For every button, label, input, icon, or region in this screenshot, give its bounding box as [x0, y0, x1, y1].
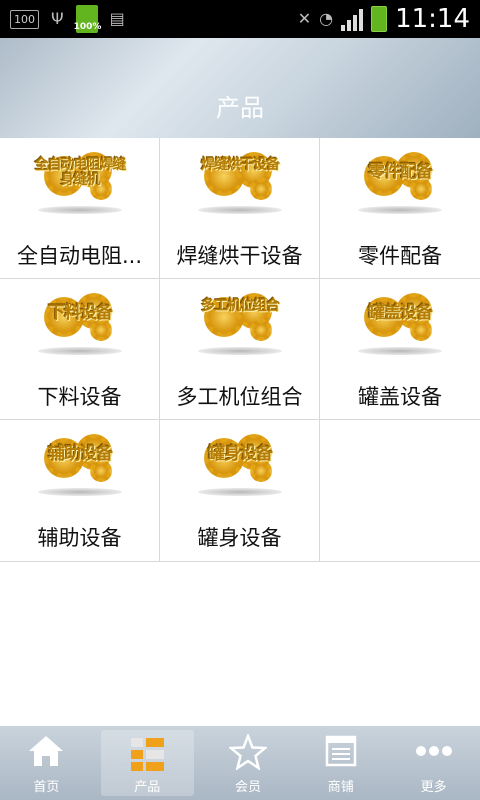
product-label: 罐身设备 — [197, 526, 282, 550]
grid-icon — [127, 734, 167, 771]
signal-icon — [341, 7, 364, 31]
product-thumbnail: 下料设备 — [30, 291, 130, 361]
empty-cell — [320, 420, 480, 562]
product-label: 多工机位组合 — [176, 385, 303, 409]
thumbnail-text: 全自动电阻焊缝身缝机 — [34, 157, 127, 188]
product-thumbnail: 多工机位组合 — [190, 291, 290, 361]
wifi-icon: ◔ — [319, 9, 334, 28]
product-thumbnail: 罐盖设备 — [350, 291, 450, 361]
thumbnail-text: 多工机位组合 — [201, 298, 280, 314]
tab-more[interactable]: 更多 — [387, 726, 480, 800]
notification-icon: ▤ — [109, 9, 125, 28]
product-item[interactable]: 焊缝烘干设备 焊缝烘干设备 — [160, 138, 320, 279]
product-item[interactable]: 全自动电阻焊缝身缝机全自动电阻... — [0, 138, 160, 279]
battery-full-icon: 100% — [74, 5, 101, 33]
product-grid: 全自动电阻焊缝身缝机 全自动电阻... 焊缝烘干设备 焊缝烘干设备 零件配备 零件配备 下料… — [0, 138, 480, 562]
battery-icon — [371, 6, 388, 32]
product-item[interactable]: 辅助设备 辅助设备 — [0, 420, 160, 562]
product-item[interactable]: 下料设备 下料设备 — [0, 279, 160, 420]
tab-label: 产品 — [134, 780, 161, 795]
product-label: 辅助设备 — [37, 526, 122, 550]
tab-members[interactable]: 会员 — [202, 726, 295, 800]
thumbnail-text: 下料设备 — [48, 303, 113, 323]
product-label: 罐盖设备 — [358, 385, 442, 409]
tab-products[interactable]: 产品 — [100, 730, 194, 796]
tab-label: 首页 — [33, 780, 60, 795]
product-item[interactable]: 罐身设备 罐身设备 — [160, 420, 320, 562]
clock: 11:14 — [395, 4, 470, 34]
tab-home[interactable]: 首页 — [0, 726, 93, 800]
tab-store[interactable]: 商铺 — [294, 726, 387, 800]
store-icon — [321, 734, 361, 770]
status-bar: 100 Ψ 100% ▤ ✕ ◔ 11:14 — [0, 0, 480, 38]
product-item[interactable]: 罐盖设备 罐盖设备 — [320, 279, 480, 420]
usb-icon: Ψ — [51, 9, 64, 28]
thumbnail-text: 焊缝烘干设备 — [201, 157, 280, 173]
more-icon — [414, 734, 454, 770]
star-icon — [227, 732, 269, 771]
thumbnail-text: 辅助设备 — [48, 444, 113, 464]
product-label: 全自动电阻... — [16, 244, 143, 268]
mute-icon: ✕ — [297, 9, 312, 28]
thumbnail-text: 罐身设备 — [208, 444, 273, 464]
thumbnail-text: 零件配备 — [368, 162, 433, 182]
product-thumbnail: 零件配备 — [350, 150, 450, 220]
product-label: 焊缝烘干设备 — [176, 244, 303, 268]
product-label: 下料设备 — [37, 385, 122, 409]
page-title: 产品 — [216, 94, 264, 122]
product-thumbnail: 罐身设备 — [190, 432, 290, 502]
home-icon — [26, 734, 66, 770]
tab-label: 会员 — [234, 780, 261, 795]
product-item[interactable]: 零件配备 零件配备 — [320, 138, 480, 279]
battery-percent-indicator: 100 — [10, 9, 39, 29]
tab-label: 商铺 — [327, 780, 354, 795]
bottom-tab-bar: 首页 产品 会员 商铺 更多 — [0, 726, 480, 800]
product-thumbnail: 全自动电阻焊缝身缝机 — [30, 150, 130, 220]
thumbnail-text: 罐盖设备 — [368, 303, 433, 323]
tab-label: 更多 — [420, 780, 447, 795]
header: 产品 — [0, 38, 480, 138]
product-item[interactable]: 多工机位组合 多工机位组合 — [160, 279, 320, 420]
product-label: 零件配备 — [358, 244, 442, 268]
product-thumbnail: 焊缝烘干设备 — [190, 150, 290, 220]
product-thumbnail: 辅助设备 — [30, 432, 130, 502]
